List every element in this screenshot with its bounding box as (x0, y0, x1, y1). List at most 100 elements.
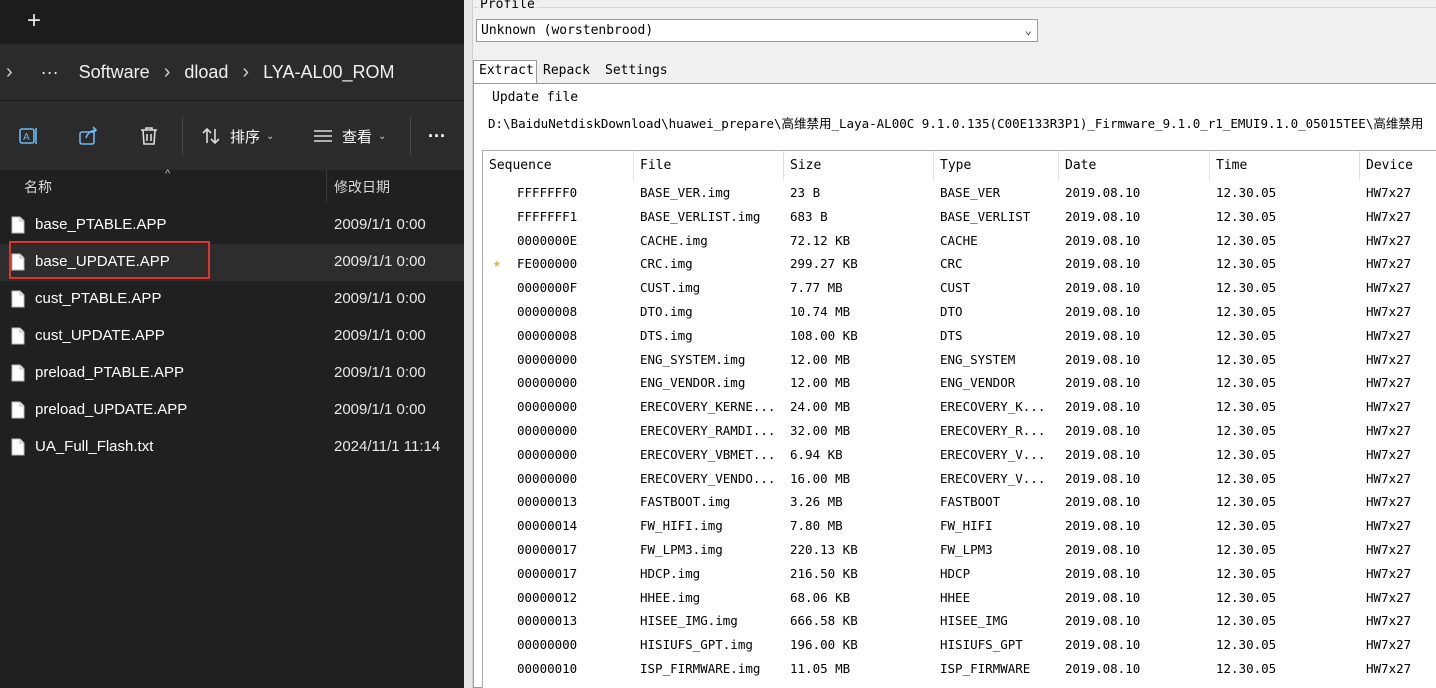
table-row[interactable]: FFFFFFF1 BASE_VERLIST.img 683 B BASE_VERLIS… (483, 205, 1436, 229)
cell-date: 2019.08.10 (1065, 351, 1141, 367)
chevron-right-icon[interactable]: › (164, 61, 171, 84)
column-header-date[interactable]: Date (1059, 151, 1210, 181)
column-divider[interactable] (326, 170, 327, 202)
cell-sequence: FFFFFFF1 (517, 208, 578, 224)
cell-device: HW7x27 (1366, 256, 1412, 272)
cell-time: 12.30.05 (1216, 446, 1277, 462)
file-icon (11, 216, 25, 234)
table-header: Sequence File Size Type Date Time Device (483, 151, 1436, 181)
extract-panel: Update file D:\BaiduNetdiskDownload\huaw… (473, 83, 1436, 688)
column-header-name[interactable]: 名称 (24, 177, 52, 197)
cell-device: HW7x27 (1366, 303, 1412, 319)
file-row[interactable]: cust_UPDATE.APP 2009/1/1 0:00 (0, 318, 464, 355)
cell-sequence: 00000008 (517, 327, 578, 343)
rename-button[interactable]: A (18, 121, 40, 151)
tab-extract[interactable]: Extract (473, 60, 537, 83)
table-row[interactable]: 00000013 FASTBOOT.img 3.26 MB FASTBOOT 2019.… (483, 490, 1436, 514)
tab-settings[interactable]: Settings (600, 61, 672, 82)
cell-time: 12.30.05 (1216, 327, 1277, 343)
column-header-type[interactable]: Type (934, 151, 1059, 181)
cell-type: FASTBOOT (940, 494, 1001, 510)
cell-size: 666.58 KB (790, 613, 858, 629)
file-row[interactable]: base_PTABLE.APP 2009/1/1 0:00 (0, 207, 464, 244)
file-row[interactable]: base_UPDATE.APP 2009/1/1 0:00 (0, 244, 464, 281)
cell-time: 12.30.05 (1216, 280, 1277, 296)
delete-button[interactable] (138, 121, 160, 151)
cell-type: BASE_VERLIST (940, 208, 1031, 224)
table-row[interactable]: 00000000 ERECOVERY_VBMET... 6.94 KB ERECOVE… (483, 443, 1436, 467)
file-icon (11, 401, 25, 419)
table-row[interactable]: 0000000F CUST.img 7.77 MB CUST 2019.08.10 12.… (483, 276, 1436, 300)
table-row[interactable]: 0000000E CACHE.img 72.12 KB CACHE 2019.08.10… (483, 229, 1436, 253)
file-name: cust_PTABLE.APP (35, 290, 162, 307)
cell-date: 2019.08.10 (1065, 660, 1141, 676)
address-bar[interactable]: › ··· Software › dload › LYA-AL00_ROM (0, 44, 464, 100)
cell-device: HW7x27 (1366, 589, 1412, 605)
breadcrumb-more[interactable]: ··· (35, 62, 65, 83)
more-options-button[interactable]: ··· (428, 121, 446, 151)
view-button[interactable]: 查看 ⌄ (312, 121, 386, 151)
table-row[interactable]: 00000008 DTO.img 10.74 MB DTO 2019.08.10 12.3… (483, 300, 1436, 324)
column-header-date[interactable]: 修改日期 (334, 177, 390, 197)
cell-type: CUST (940, 280, 971, 296)
table-row[interactable]: 00000000 ERECOVERY_VENDO... 16.00 MB ERECOV… (483, 467, 1436, 491)
table-row[interactable]: 00000012 HHEE.img 68.06 KB HHEE 2019.08.10 12… (483, 586, 1436, 610)
cell-size: 11.05 MB (790, 660, 851, 676)
tab-repack[interactable]: Repack (538, 61, 599, 82)
cell-date: 2019.08.10 (1065, 327, 1141, 343)
file-row[interactable]: UA_Full_Flash.txt 2024/11/1 11:14 (0, 429, 464, 466)
cell-file: HDCP.img (640, 565, 701, 581)
column-header-sequence[interactable]: Sequence (483, 151, 634, 181)
chevron-right-icon[interactable]: › (242, 61, 249, 84)
breadcrumb-dload[interactable]: dload (178, 62, 234, 83)
cell-size: 216.50 KB (790, 565, 858, 581)
table-row[interactable]: 00000013 HISEE_IMG.img 666.58 KB HISEE_IMG 2… (483, 609, 1436, 633)
table-row[interactable]: 00000000 ENG_SYSTEM.img 12.00 MB ENG_SYSTEM… (483, 348, 1436, 372)
cell-device: HW7x27 (1366, 375, 1412, 391)
breadcrumb-software[interactable]: Software (73, 62, 156, 83)
cell-device: HW7x27 (1366, 518, 1412, 534)
file-row[interactable]: cust_PTABLE.APP 2009/1/1 0:00 (0, 281, 464, 318)
cell-type: CACHE (940, 232, 978, 248)
table-row[interactable]: 00000017 HDCP.img 216.50 KB HDCP 2019.08.10 1… (483, 562, 1436, 586)
cell-date: 2019.08.10 (1065, 232, 1141, 248)
table-row[interactable]: 00000000 ERECOVERY_KERNE... 24.00 MB ERECOV… (483, 395, 1436, 419)
cell-device: HW7x27 (1366, 208, 1412, 224)
chevron-right-icon[interactable]: › (6, 61, 13, 84)
table-row[interactable]: 00000000 HISIUFS_GPT.img 196.00 KB HISIUFS_… (483, 633, 1436, 657)
share-button[interactable] (78, 121, 100, 151)
cell-time: 12.30.05 (1216, 208, 1277, 224)
cell-time: 12.30.05 (1216, 660, 1277, 676)
table-row[interactable]: 00000000 ENG_VENDOR.img 12.00 MB ENG_VENDOR… (483, 371, 1436, 395)
cell-file: CUST.img (640, 280, 701, 296)
file-row[interactable]: preload_UPDATE.APP 2009/1/1 0:00 (0, 392, 464, 429)
column-header-size[interactable]: Size (784, 151, 934, 181)
new-tab-button[interactable]: + (22, 8, 46, 34)
column-header-file[interactable]: File (634, 151, 784, 181)
table-row[interactable]: 00000010 ISP_FIRMWARE.img 11.05 MB ISP_FIRM… (483, 657, 1436, 681)
table-row[interactable]: 00000008 DTS.img 108.00 KB DTS 2019.08.10 12.… (483, 324, 1436, 348)
table-row[interactable]: ★ FE000000 CRC.img 299.27 KB CRC 2019.08.10 12… (483, 252, 1436, 276)
table-row[interactable]: 00000014 FW_HIFI.img 7.80 MB FW_HIFI 2019.08… (483, 514, 1436, 538)
sort-button[interactable]: 排序 ⌄ (200, 121, 274, 151)
cell-file: ERECOVERY_RAMDI... (640, 422, 776, 438)
toolbar-divider (410, 117, 411, 155)
partition-table[interactable]: Sequence File Size Type Date Time Device… (482, 150, 1436, 688)
cell-device: HW7x27 (1366, 446, 1412, 462)
table-row[interactable]: 00000000 ERECOVERY_RAMDI... 32.00 MB ERECOV… (483, 419, 1436, 443)
table-row[interactable]: 00000017 FW_LPM3.img 220.13 KB FW_LPM3 2019.… (483, 538, 1436, 562)
column-header-time[interactable]: Time (1210, 151, 1360, 181)
cell-date: 2019.08.10 (1065, 541, 1141, 557)
profile-dropdown[interactable]: Unknown (worstenbrood) ⌄ (476, 19, 1038, 42)
column-header-device[interactable]: Device (1360, 151, 1436, 181)
cell-type: ENG_VENDOR (940, 375, 1016, 391)
breadcrumb-lya-al00-rom[interactable]: LYA-AL00_ROM (257, 62, 400, 83)
cell-sequence: FE000000 (517, 256, 578, 272)
cell-date: 2019.08.10 (1065, 470, 1141, 486)
file-name: base_UPDATE.APP (35, 253, 170, 270)
update-file-path-field[interactable]: D:\BaiduNetdiskDownload\huawei_prepare\高… (488, 112, 1436, 136)
file-row[interactable]: preload_PTABLE.APP 2009/1/1 0:00 (0, 355, 464, 392)
chevron-down-icon[interactable]: ⌄ (1025, 20, 1032, 41)
cell-type: ERECOVERY_K... (940, 399, 1046, 415)
table-row[interactable]: FFFFFFF0 BASE_VER.img 23 B BASE_VER 2019.08.… (483, 181, 1436, 205)
